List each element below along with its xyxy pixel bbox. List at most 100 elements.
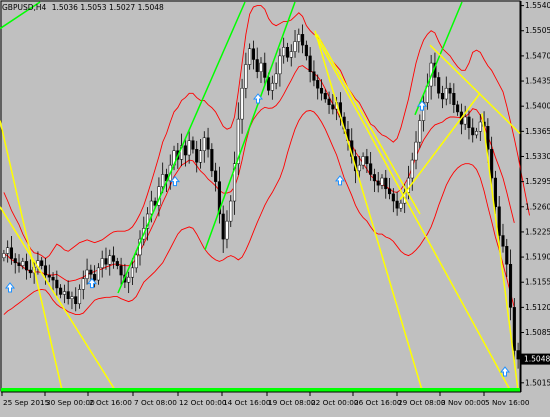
candle-bear <box>452 93 456 105</box>
candle-bear <box>74 296 78 305</box>
y-tick-label: 1.5365 <box>525 127 550 136</box>
y-tick-label: 1.5330 <box>525 152 550 161</box>
candle-bear <box>9 247 14 259</box>
candle-bear <box>365 156 369 164</box>
candle-bear <box>319 87 324 94</box>
candle-bull <box>478 121 482 132</box>
candle-bear <box>308 55 312 72</box>
candle-bull <box>414 141 418 161</box>
candle-bear <box>516 350 520 360</box>
candle-bull <box>2 253 6 259</box>
candle-bear <box>456 104 460 113</box>
candle-bear <box>47 274 51 278</box>
candle-bull <box>259 62 263 72</box>
x-tick-label: 5 Nov 16:00 <box>485 398 530 407</box>
x-tick-label: 7 Oct 08:00 <box>134 398 177 407</box>
candle-bull <box>240 87 244 120</box>
candle-bear <box>388 188 392 195</box>
price-chart[interactable]: 1.5540 1.5505 1.5470 1.5435 1.5400 1.5365 1.53… <box>0 0 550 413</box>
chart-background <box>0 0 550 413</box>
candle-bear <box>214 170 218 182</box>
candle-bull <box>77 289 82 305</box>
y-tick-label: 1.5435 <box>525 77 550 86</box>
chart-canvas[interactable]: 1.5540 1.5505 1.5470 1.5435 1.5400 1.5365 1.53… <box>0 0 550 413</box>
y-tick-label: 1.5295 <box>525 177 550 186</box>
candle-bear <box>285 47 290 58</box>
x-tick-label: 26 Oct 16:00 <box>354 398 402 407</box>
candle-bull <box>149 200 153 215</box>
chart-ohlc: 1.5036 1.5053 1.5027 1.5048 <box>52 3 164 12</box>
candle-bull <box>278 55 282 75</box>
candle-bear <box>195 149 199 163</box>
candle-bear <box>391 193 395 202</box>
candle-bear <box>221 213 225 240</box>
candle-bear <box>66 291 70 299</box>
y-tick-label: 1.5155 <box>525 278 550 287</box>
y-tick-label: 1.5120 <box>525 303 550 312</box>
candle-bull <box>229 200 233 222</box>
candle-bear <box>372 174 376 182</box>
candle-bull <box>198 150 203 163</box>
candle-bear <box>51 276 55 281</box>
candle-bear <box>493 177 497 208</box>
candle-bear <box>59 287 63 295</box>
candle-bull <box>81 278 85 290</box>
candle-bear <box>28 269 32 274</box>
candle-bear <box>301 34 305 46</box>
candle-bear <box>206 137 210 150</box>
candle-bull <box>293 41 297 52</box>
candle-bear <box>13 258 17 264</box>
x-tick-label: 14 Oct 16:00 <box>223 398 271 407</box>
candle-bear <box>497 206 501 236</box>
candle-bear <box>191 140 195 150</box>
candle-bull <box>274 73 278 84</box>
y-tick-label: 1.5225 <box>525 227 550 236</box>
candle-bear <box>25 261 29 271</box>
candle-bear <box>316 80 320 89</box>
candle-bear <box>304 44 308 57</box>
candle-bull <box>361 156 365 166</box>
candle-bear <box>437 77 441 94</box>
candle-bull <box>225 220 229 240</box>
y-tick-label: 1.5260 <box>525 202 550 211</box>
x-tick-label: 29 Oct 08:00 <box>398 398 446 407</box>
candle-bear <box>331 104 335 110</box>
candle-bull <box>463 116 467 125</box>
candle-bear <box>467 116 471 128</box>
candle-bull <box>134 254 138 269</box>
candle-bull <box>248 48 252 65</box>
candle-bull <box>399 202 403 209</box>
candle-bull <box>62 291 66 295</box>
candle-bull <box>130 267 134 278</box>
candle-bull <box>187 140 191 156</box>
candle-bull <box>85 269 89 279</box>
candle-bull <box>100 258 104 269</box>
candle-bear <box>119 265 123 276</box>
candle-bear <box>55 279 59 289</box>
candle-bear <box>501 235 505 247</box>
candle-bull <box>418 120 422 143</box>
candle-bull <box>282 47 286 57</box>
y-tick-label: 1.5190 <box>525 253 550 262</box>
y-tick-label: 1.5015 <box>525 378 550 387</box>
candle-bull <box>161 174 165 187</box>
candle-bear <box>104 258 108 265</box>
candle-bull <box>202 137 206 151</box>
candle-bull <box>289 51 293 58</box>
candle-bull <box>6 247 10 254</box>
candle-bull <box>410 159 414 179</box>
candle-bear <box>323 93 327 100</box>
candle-bear <box>43 265 48 276</box>
candle-bear <box>312 71 316 81</box>
candle-bear <box>395 200 399 209</box>
candle-bear <box>490 149 494 179</box>
chart-symbol: GBPUSD,H4 <box>2 3 47 12</box>
candle-bear <box>255 59 259 72</box>
candle-bull <box>297 34 301 42</box>
candle-bear <box>376 180 380 186</box>
candle-bull <box>70 296 74 299</box>
candle-bull <box>108 255 112 265</box>
x-tick-label: 19 Oct 08:00 <box>268 398 316 407</box>
candle-bear <box>440 93 445 100</box>
candle-bull <box>270 82 274 91</box>
